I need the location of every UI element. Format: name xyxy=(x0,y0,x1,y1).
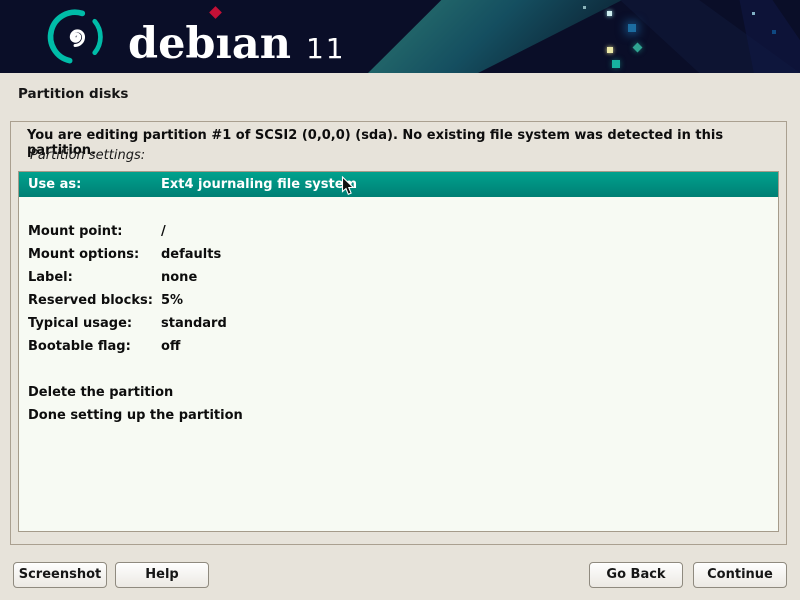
settings-row[interactable]: Done setting up the partition xyxy=(19,404,778,427)
row-value: / xyxy=(161,224,166,239)
header-decoration-band xyxy=(368,0,630,73)
header-decoration-square xyxy=(628,24,636,32)
brand-text: debıan xyxy=(128,23,291,66)
content-frame: You are editing partition #1 of SCSI2 (0… xyxy=(10,121,787,545)
header-decoration-square xyxy=(612,60,620,68)
settings-row xyxy=(19,358,778,381)
row-label: Mount options: xyxy=(28,243,161,266)
brand-diamond-dot xyxy=(209,6,222,19)
row-label: Delete the partition xyxy=(28,381,161,404)
header-decoration-square xyxy=(633,43,643,53)
row-label: Done setting up the partition xyxy=(28,404,161,427)
header-decoration-square xyxy=(772,30,776,34)
go-back-button[interactable]: Go Back xyxy=(589,562,683,588)
row-value: off xyxy=(161,339,180,354)
row-label: Use as: xyxy=(28,172,161,197)
header-banner: debıan 11 xyxy=(0,0,800,73)
settings-row[interactable]: Mount point:/ xyxy=(19,220,778,243)
page-title: Partition disks xyxy=(18,86,128,102)
row-value: 5% xyxy=(161,293,183,308)
debian-swirl-icon xyxy=(44,4,108,70)
settings-row[interactable]: Reserved blocks:5% xyxy=(19,289,778,312)
row-value: defaults xyxy=(161,247,221,262)
help-button[interactable]: Help xyxy=(115,562,209,588)
brand-logotype: debıan 11 xyxy=(128,8,346,66)
header-decoration-square xyxy=(607,11,612,16)
row-label: Label: xyxy=(28,266,161,289)
settings-row[interactable]: Delete the partition xyxy=(19,381,778,404)
settings-row[interactable]: Mount options:defaults xyxy=(19,243,778,266)
header-decoration-square xyxy=(583,6,586,9)
row-value: none xyxy=(161,270,197,285)
row-label: Mount point: xyxy=(28,220,161,243)
settings-row xyxy=(19,197,778,220)
row-label: Bootable flag: xyxy=(28,335,161,358)
brand-version: 11 xyxy=(306,35,346,66)
settings-list[interactable]: Use as:Ext4 journaling file system Mount … xyxy=(18,171,779,532)
row-label: Typical usage: xyxy=(28,312,161,335)
settings-row[interactable]: Typical usage:standard xyxy=(19,312,778,335)
settings-caption: Partition settings: xyxy=(30,148,145,163)
row-value: standard xyxy=(161,316,227,331)
settings-row[interactable]: Use as:Ext4 journaling file system xyxy=(19,172,778,197)
settings-row[interactable]: Label:none xyxy=(19,266,778,289)
header-decoration-square xyxy=(752,12,755,15)
row-label: Reserved blocks: xyxy=(28,289,161,312)
settings-row[interactable]: Bootable flag:off xyxy=(19,335,778,358)
screenshot-button[interactable]: Screenshot xyxy=(13,562,107,588)
mouse-cursor-icon xyxy=(341,176,355,197)
continue-button[interactable]: Continue xyxy=(693,562,787,588)
row-value: Ext4 journaling file system xyxy=(161,177,357,192)
header-decoration-square xyxy=(607,47,613,53)
